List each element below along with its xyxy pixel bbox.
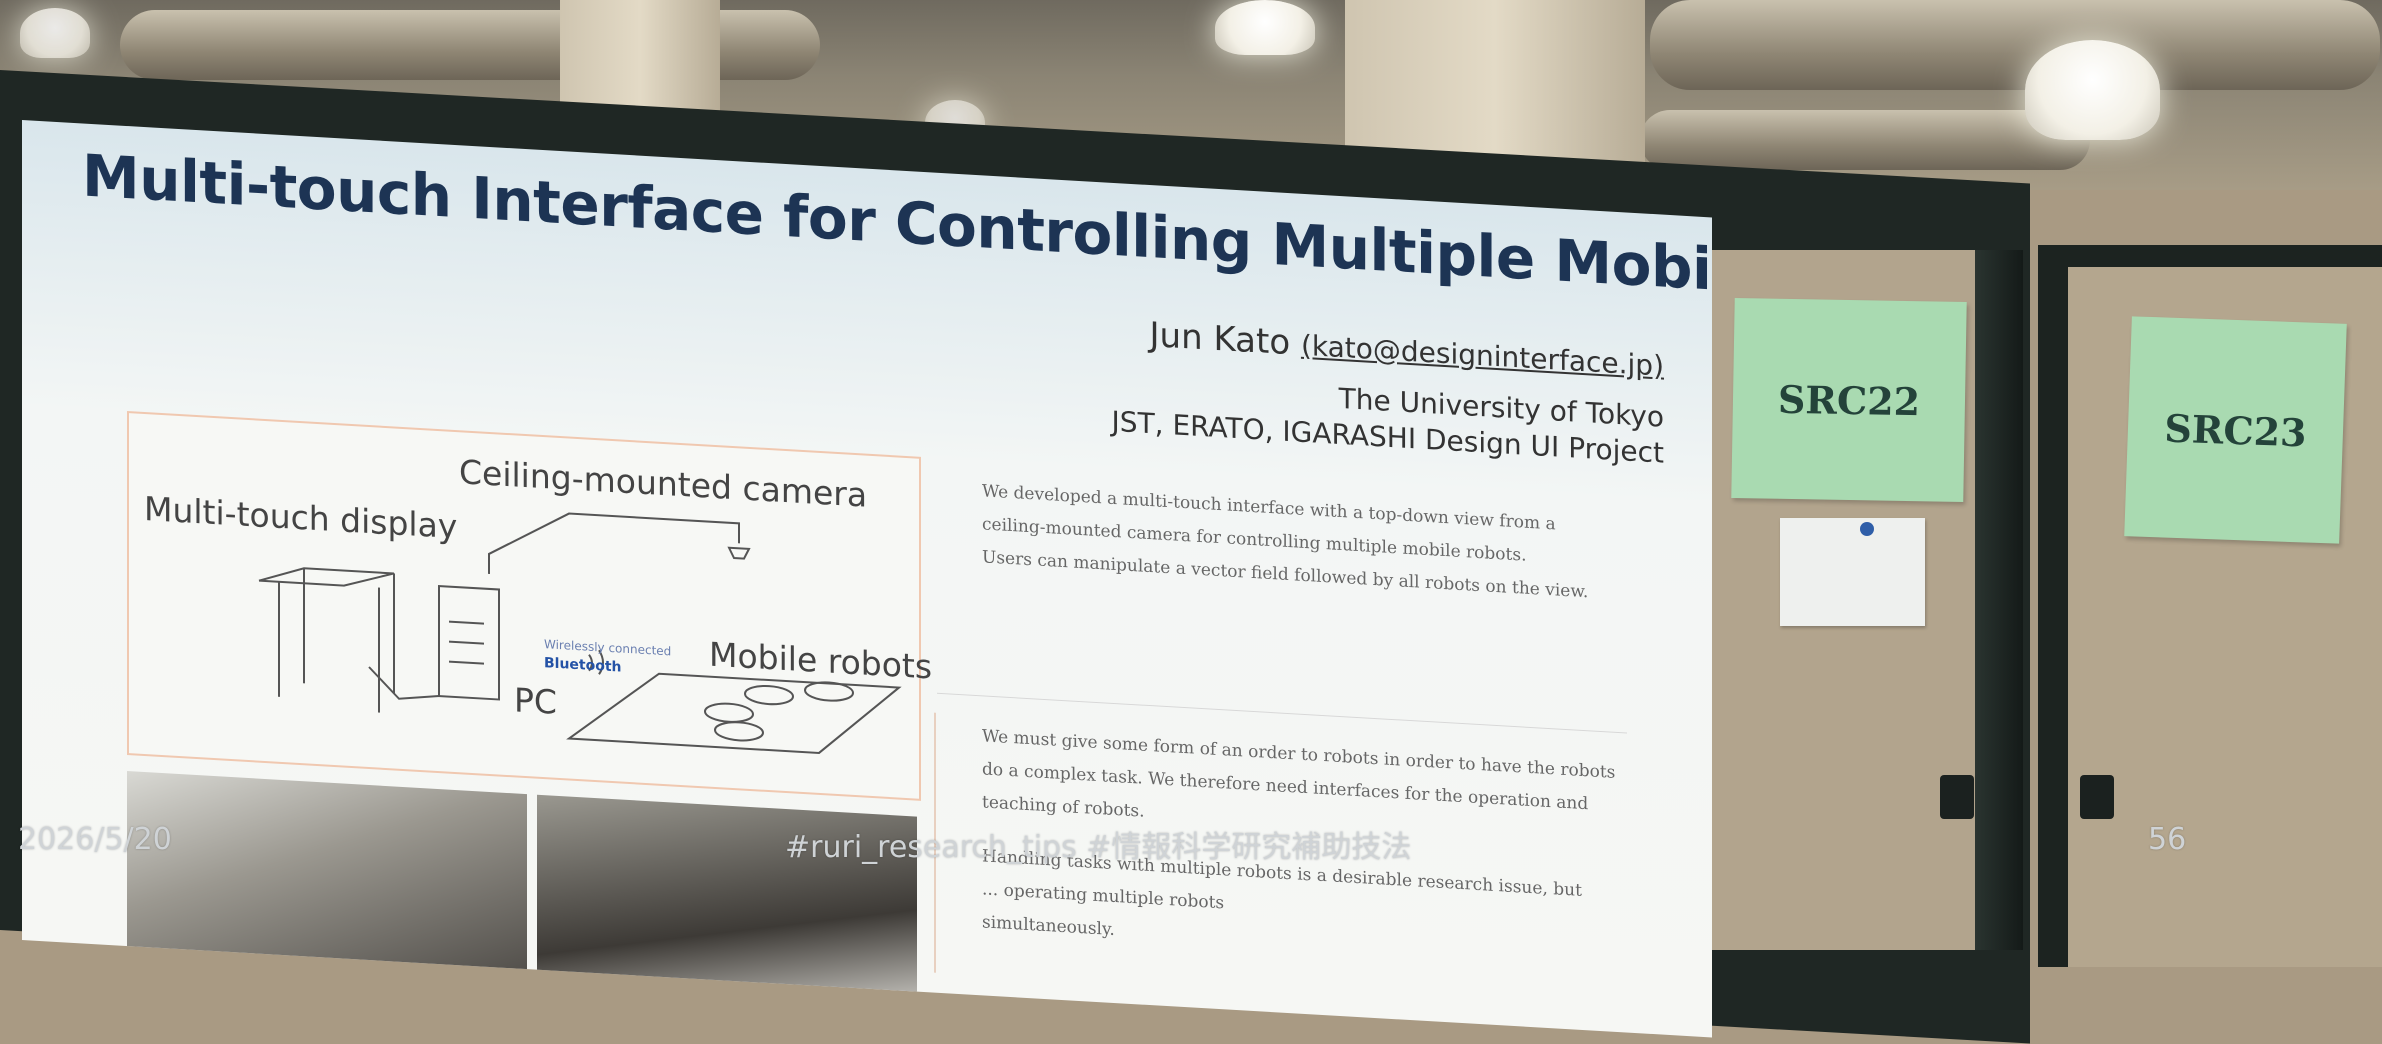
pinned-card	[1780, 518, 1925, 626]
system-diagram: Ceiling-mounted camera Multi-touch displ…	[127, 411, 932, 801]
push-pin	[1860, 522, 1874, 536]
src23-label: SRC23	[2163, 405, 2308, 455]
lab-photo	[127, 771, 527, 995]
sticky-note-src22: SRC22	[1731, 297, 1967, 503]
src22-label: SRC22	[1777, 376, 1921, 424]
footer-date: 2026/5/20	[18, 822, 172, 857]
pc-label: PC	[514, 680, 557, 722]
ceiling-lamp	[2025, 40, 2160, 140]
ceiling-lamp	[20, 8, 90, 58]
author-email: (kato@designinterface.jp)	[1300, 328, 1664, 383]
poster-affiliation: The University of Tokyo JST, ERATO, IGAR…	[1112, 368, 1664, 472]
ceiling-lamp	[1215, 0, 1315, 55]
poster: Multi-touch Interface for Controlling Mu…	[22, 120, 1712, 1038]
sticky-note-src23: SRC23	[2124, 316, 2347, 544]
board-hinge	[2080, 775, 2114, 819]
scene: Multi-touch Interface for Controlling Mu…	[0, 0, 2382, 1044]
air-duct	[1650, 0, 2380, 90]
board-hinge	[1940, 775, 1974, 819]
footer-page-number: 56	[2148, 822, 2187, 857]
footer-hashtags: #ruri_research_tips #情報科学研究補助技法	[785, 830, 1412, 865]
author-name: Jun Kato	[1149, 315, 1291, 364]
abstract-paragraph: We developed a multi-touch interface wit…	[982, 475, 1588, 609]
air-duct	[1640, 110, 2090, 170]
board-post	[1975, 250, 2023, 950]
